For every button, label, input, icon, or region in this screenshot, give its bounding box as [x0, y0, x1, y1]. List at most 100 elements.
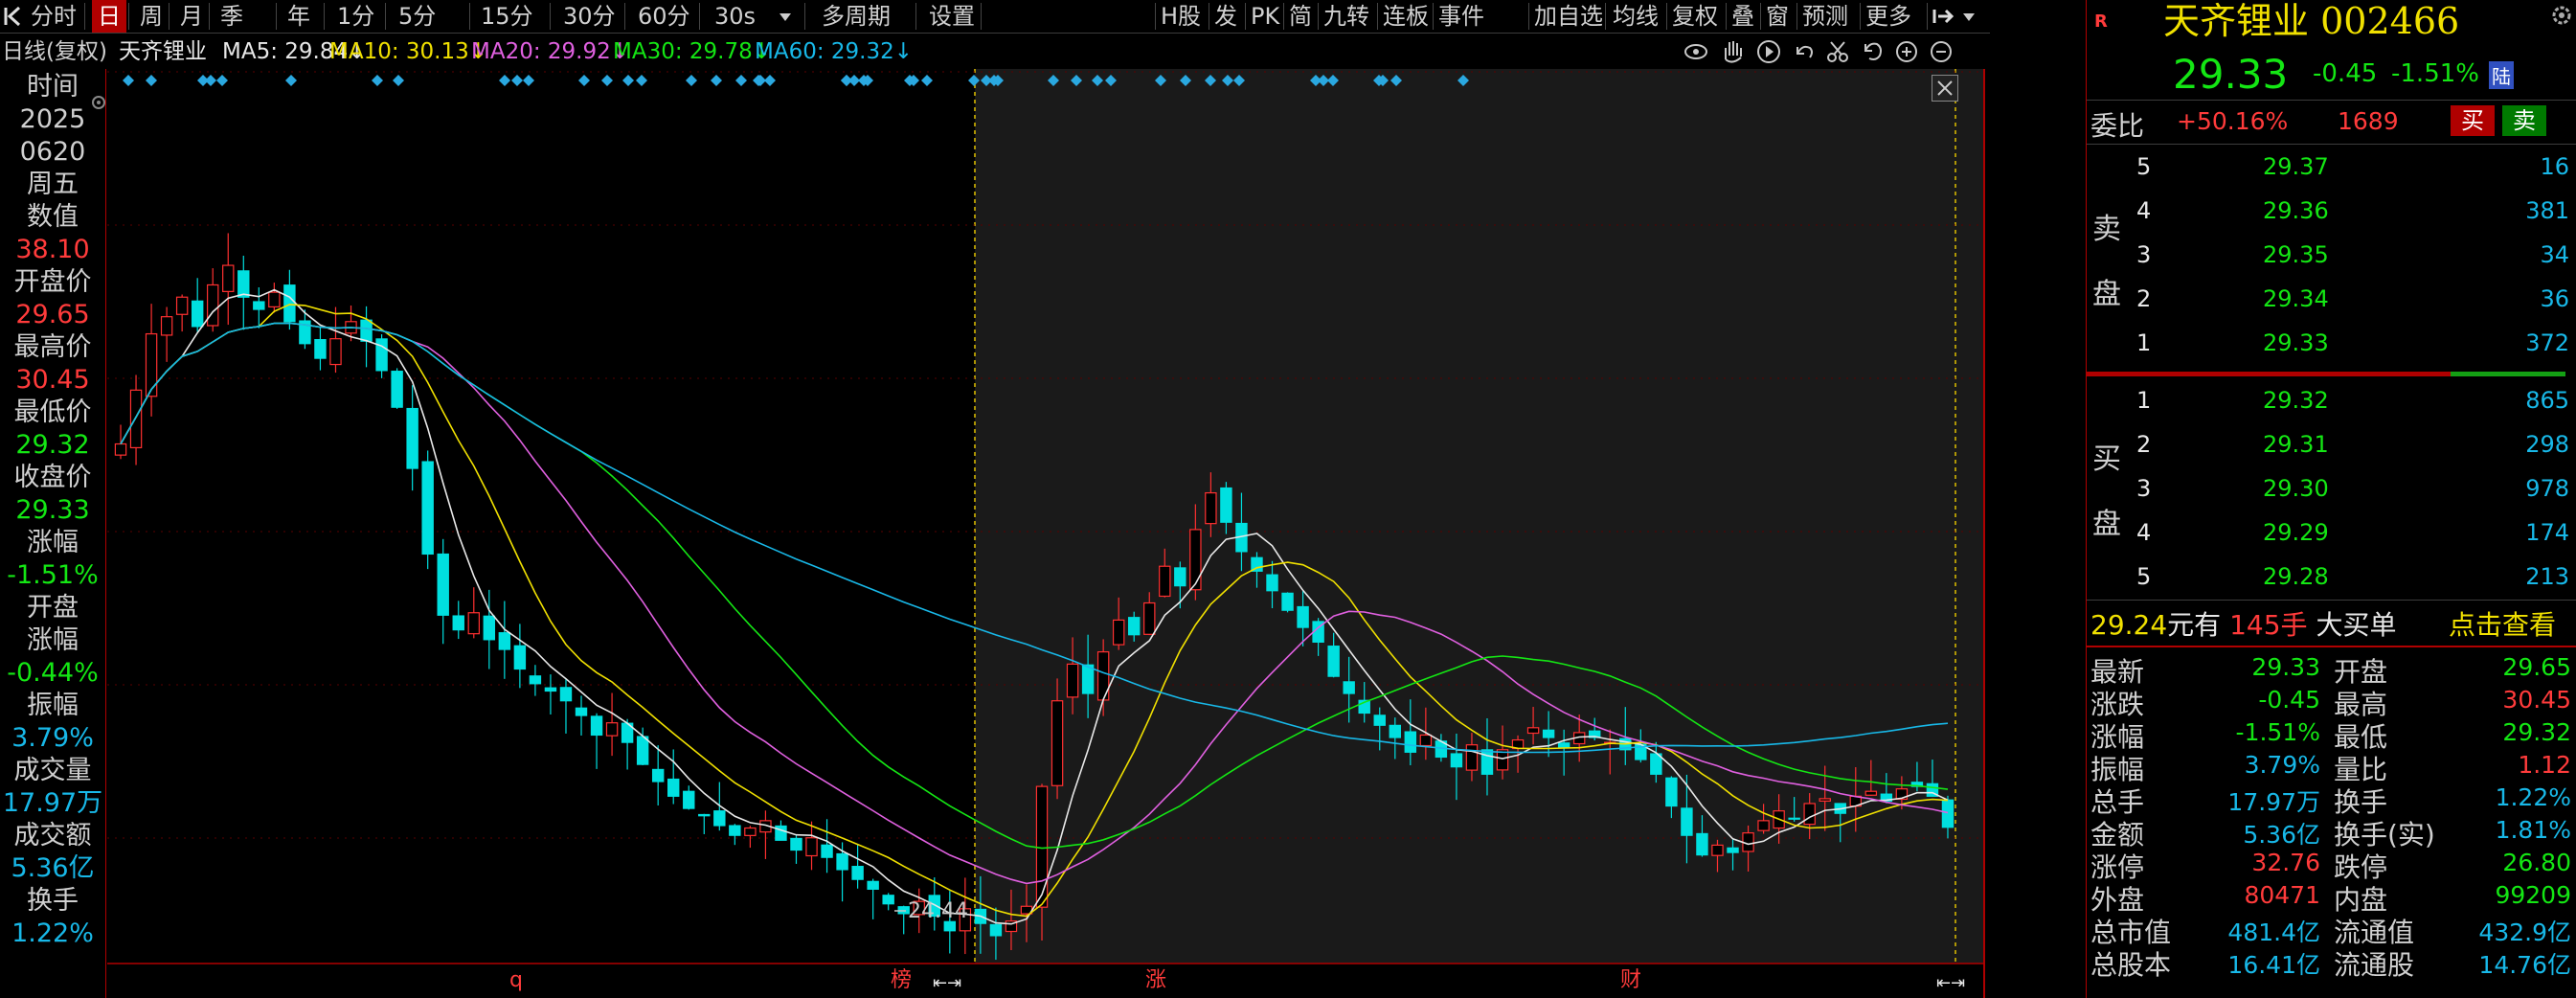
stat-value: 32.76 [2251, 849, 2320, 876]
info-line: 收盘价 [13, 463, 92, 492]
event-diamond-icon[interactable] [755, 75, 766, 86]
toolbar-item-1[interactable]: 发 [1214, 0, 1237, 33]
event-diamond-icon[interactable] [372, 75, 383, 86]
event-diamond-icon[interactable] [499, 75, 510, 86]
big-order-qty: 145手 [2229, 609, 2308, 641]
period-tab-0[interactable]: 分时 [25, 0, 82, 33]
period-tab-5[interactable]: 年 [282, 0, 316, 33]
toolbar-item-11[interactable]: 窗 [1766, 0, 1789, 33]
ma-legend-item: MA20: 29.92↓ [471, 39, 630, 64]
event-diamond-icon[interactable] [735, 75, 747, 86]
period-tab-6[interactable]: 1分 [331, 0, 380, 33]
toolbar-item-12[interactable]: 预测 [1802, 0, 1848, 33]
event-diamond-icon[interactable] [393, 75, 404, 86]
event-marker[interactable]: q [509, 968, 523, 992]
period-tab-4[interactable]: 季 [215, 0, 249, 33]
book-price: 29.31 [2263, 431, 2329, 458]
sidebar-toggle-icon[interactable] [2, 0, 23, 33]
r-icon: R [2094, 11, 2108, 32]
event-diamond-icon[interactable] [146, 75, 157, 86]
event-marker[interactable]: 财 [1620, 968, 1641, 992]
candle [406, 385, 418, 491]
info-line: 29.33 [15, 495, 90, 525]
event-marker[interactable]: 榜 [891, 968, 912, 992]
export-icon[interactable] [1931, 0, 1984, 33]
stat-label: 总股本 [2090, 949, 2172, 981]
weibi-diff: 1689 [2338, 107, 2399, 135]
candle [821, 819, 833, 873]
close-chart-button[interactable] [1932, 75, 1958, 102]
event-diamond-icon[interactable] [205, 75, 216, 86]
candle [145, 304, 158, 417]
event-diamond-icon[interactable] [123, 75, 134, 86]
toolbar-item-10[interactable]: 叠 [1731, 0, 1754, 33]
view-details-link[interactable]: 点击查看 [2449, 609, 2556, 642]
info-line: 涨幅 [27, 625, 79, 655]
book-volume: 298 [2525, 431, 2569, 458]
sell-button[interactable]: 卖 [2502, 105, 2546, 136]
scroll-arrows-icon[interactable]: ⇤⇥ [1936, 973, 1965, 993]
stat-value: 14.76亿 [2478, 951, 2571, 979]
toolbar-item-3[interactable]: 简 [1289, 0, 1312, 33]
event-diamond-icon[interactable] [216, 75, 228, 86]
event-diamond-icon[interactable] [578, 75, 590, 86]
period-tab-8[interactable]: 15分 [475, 0, 539, 33]
chevron-down-icon[interactable] [774, 0, 797, 33]
toolbar-item-4[interactable]: 九转 [1323, 0, 1369, 33]
book-level: 5 [2136, 563, 2152, 590]
candle [391, 368, 403, 409]
info-line: 成交额 [13, 821, 92, 851]
toolbar-item-9[interactable]: 复权 [1672, 0, 1718, 33]
candle [759, 810, 772, 859]
event-diamond-icon[interactable] [636, 75, 647, 86]
info-line: 开盘 [27, 593, 79, 623]
event-diamond-icon[interactable] [841, 75, 852, 86]
event-diamond-icon[interactable] [285, 75, 297, 86]
event-marker[interactable]: 涨 [1145, 968, 1166, 992]
event-diamond-icon[interactable] [711, 75, 722, 86]
candle [559, 678, 573, 734]
toolbar-item-2[interactable]: PK [1251, 0, 1279, 33]
stat-value: -0.45 [2258, 686, 2320, 714]
toolbar-item-6[interactable]: 事件 [1438, 0, 1484, 33]
event-diamond-icon[interactable] [511, 75, 523, 86]
event-diamond-icon[interactable] [921, 75, 933, 86]
candle [513, 624, 527, 689]
event-diamond-icon[interactable] [523, 75, 534, 86]
period-tab-12[interactable]: 多周期 [816, 0, 896, 33]
period-tab-10[interactable]: 60分 [632, 0, 696, 33]
scroll-arrows-icon[interactable]: ⇤⇥ [933, 973, 961, 993]
period-tab-2[interactable]: 周 [134, 0, 169, 33]
candle [467, 587, 480, 639]
event-diamond-icon[interactable] [686, 75, 697, 86]
toolbar-item-8[interactable]: 均线 [1613, 0, 1659, 33]
period-tab-13[interactable]: 设置 [923, 0, 981, 33]
period-label[interactable]: 日线(复权) [2, 34, 107, 69]
period-tab-3[interactable]: 月 [174, 0, 209, 33]
info-line: 换手 [27, 886, 79, 916]
gear-icon[interactable] [2550, 4, 2573, 31]
candle [805, 821, 818, 871]
stat-label: 流通股 [2334, 949, 2415, 981]
stat-value: 80471 [2244, 881, 2320, 909]
candle [729, 824, 741, 846]
settings-icon[interactable] [90, 94, 107, 115]
event-diamond-icon[interactable] [601, 75, 613, 86]
period-tab-11[interactable]: 30s [709, 0, 761, 33]
toolbar-item-5[interactable]: 连板 [1383, 0, 1429, 33]
period-tab-1[interactable]: 日 [92, 0, 126, 33]
info-line: 3.79% [11, 723, 94, 753]
candlestick-chart[interactable]: 60.2153.9647.7141.3935.1428.8924.44q榜涨财⇤… [107, 69, 1990, 998]
period-tab-9[interactable]: 30分 [557, 0, 621, 33]
toolbar-item-13[interactable]: 更多 [1865, 0, 1911, 33]
toolbar-item-0[interactable]: H股 [1161, 0, 1201, 33]
stat-value: 16.41亿 [2227, 951, 2320, 979]
event-diamond-icon[interactable] [622, 75, 634, 86]
buy-button[interactable]: 买 [2451, 105, 2495, 136]
info-line: 振幅 [27, 691, 79, 720]
toolbar-item-7[interactable]: 加自选 [1534, 0, 1603, 33]
stat-value: 1.22% [2495, 783, 2571, 811]
book-price: 29.30 [2263, 475, 2329, 502]
candle [867, 878, 879, 919]
period-tab-7[interactable]: 5分 [393, 0, 441, 33]
